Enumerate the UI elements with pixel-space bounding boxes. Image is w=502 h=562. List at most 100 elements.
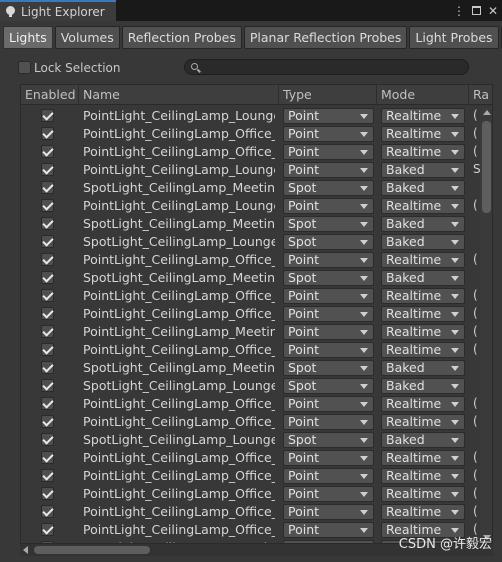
enabled-checkbox[interactable] (41, 109, 54, 122)
table-row[interactable]: SpotLight_CeilingLamp_Lounge_B Spot Baked (21, 431, 481, 449)
type-dropdown[interactable]: Point (283, 450, 374, 466)
mode-dropdown[interactable]: Baked (381, 216, 465, 232)
maximize-icon[interactable] (471, 6, 481, 15)
more-options-icon[interactable]: ⋮ (453, 4, 465, 18)
header-name[interactable]: Name (79, 85, 279, 105)
light-name[interactable]: PointLight_CeilingLamp_Office_Re (83, 450, 275, 466)
tab-planar-reflection-probes[interactable]: Planar Reflection Probes (243, 26, 408, 49)
table-row[interactable]: PointLight_CeilingLamp_Office_Re Point Rea… (21, 395, 481, 413)
light-name[interactable]: PointLight_CeilingLamp_Lounge_R (83, 108, 275, 124)
header-range[interactable]: Ra (469, 85, 492, 105)
enabled-checkbox[interactable] (41, 397, 54, 410)
mode-dropdown[interactable]: Baked (381, 270, 465, 286)
enabled-checkbox[interactable] (41, 253, 54, 266)
type-dropdown[interactable]: Spot (283, 270, 374, 286)
light-name[interactable]: PointLight_CeilingLamp_Meetingro (83, 324, 275, 340)
table-row[interactable]: PointLight_CeilingLamp_Office_Re Point Rea… (21, 125, 481, 143)
type-dropdown[interactable]: Spot (283, 216, 374, 232)
table-row[interactable]: PointLight_CeilingLamp_Office_Re Point Rea… (21, 449, 481, 467)
enabled-checkbox[interactable] (41, 379, 54, 392)
light-name[interactable]: PointLight_CeilingLamp_Office_Re (83, 522, 275, 538)
enabled-checkbox[interactable] (41, 199, 54, 212)
enabled-checkbox[interactable] (41, 541, 54, 543)
light-name[interactable]: PointLight_CeilingLamp_Office_Re (83, 414, 275, 430)
enabled-checkbox[interactable] (41, 469, 54, 482)
enabled-checkbox[interactable] (41, 343, 54, 356)
enabled-checkbox[interactable] (41, 487, 54, 500)
type-dropdown[interactable]: Point (283, 504, 374, 520)
table-row[interactable]: PointLight_CeilingLamp_Lounge_R Point Real… (21, 197, 481, 215)
table-row[interactable]: PointLight_CeilingLamp_Office_Re Point Rea… (21, 485, 481, 503)
mode-dropdown[interactable]: Realtime (381, 342, 465, 358)
light-name[interactable]: SpotLight_CeilingLamp_Meetingro (83, 216, 275, 232)
mode-dropdown[interactable]: Baked (381, 234, 465, 250)
table-row[interactable]: SpotLight_CeilingLamp_Meetingro Spot Baked (21, 215, 481, 233)
mode-dropdown[interactable]: Baked (381, 378, 465, 394)
mode-dropdown[interactable]: Baked (381, 180, 465, 196)
mode-dropdown[interactable]: Realtime (381, 126, 465, 142)
enabled-checkbox[interactable] (41, 163, 54, 176)
mode-dropdown[interactable]: Baked (381, 360, 465, 376)
mode-dropdown[interactable]: Realtime (381, 288, 465, 304)
enabled-checkbox[interactable] (41, 145, 54, 158)
table-row[interactable]: PointLight_CeilingLamp_Meetingro Point Rea… (21, 323, 481, 341)
scroll-left-icon[interactable] (23, 546, 28, 554)
mode-dropdown[interactable]: Baked (381, 162, 465, 178)
light-name[interactable]: PointLight_CeilingLamp_Office_Re (83, 468, 275, 484)
table-row[interactable]: SpotLight_CeilingLamp_Meetingro Spot Baked (21, 269, 481, 287)
type-dropdown[interactable]: Point (283, 522, 374, 538)
light-name[interactable]: SpotLight_CeilingLamp_Meetingro (83, 360, 275, 376)
light-name[interactable]: PointLight_CeilingLamp_Office_Re (83, 126, 275, 142)
table-row[interactable]: PointLight_CeilingLamp_Office_Re Point Rea… (21, 503, 481, 521)
type-dropdown[interactable]: Point (283, 108, 374, 124)
type-dropdown[interactable]: Spot (283, 234, 374, 250)
type-dropdown[interactable]: Spot (283, 180, 374, 196)
tab-light-probes[interactable]: Light Probes (409, 26, 499, 49)
light-name[interactable]: PointLight_CeilingLamp_Office_Re (83, 288, 275, 304)
mode-dropdown[interactable]: Realtime (381, 144, 465, 160)
enabled-checkbox[interactable] (41, 433, 54, 446)
type-dropdown[interactable]: Point (283, 252, 374, 268)
table-row[interactable]: SpotLight_CeilingLamp_Meetingro Spot Baked (21, 359, 481, 377)
mode-dropdown[interactable]: Realtime (381, 324, 465, 340)
table-row[interactable]: PointLight_CeilingLamp_Office_Re Point Rea… (21, 305, 481, 323)
type-dropdown[interactable]: Point (283, 342, 374, 358)
mode-dropdown[interactable]: Realtime (381, 468, 465, 484)
light-name[interactable]: SpotLight_CeilingLamp_Meetingro (83, 540, 275, 543)
enabled-checkbox[interactable] (41, 217, 54, 230)
table-row[interactable]: PointLight_CeilingLamp_Office_Re Point Rea… (21, 467, 481, 485)
lock-selection-checkbox[interactable] (18, 61, 31, 74)
table-row[interactable]: PointLight_CeilingLamp_Office_Re Point Rea… (21, 341, 481, 359)
light-name[interactable]: PointLight_CeilingLamp_Office_Re (83, 306, 275, 322)
tab-reflection-probes[interactable]: Reflection Probes (121, 26, 242, 49)
light-name[interactable]: PointLight_CeilingLamp_Office_Re (83, 342, 275, 358)
table-row[interactable]: SpotLight_CeilingLamp_Lounge_B Spot Baked (21, 233, 481, 251)
light-name[interactable]: SpotLight_CeilingLamp_Lounge_B (83, 432, 275, 448)
enabled-checkbox[interactable] (41, 451, 54, 464)
type-dropdown[interactable]: Spot (283, 432, 374, 448)
mode-dropdown[interactable]: Realtime (381, 108, 465, 124)
light-name[interactable]: PointLight_CeilingLamp_Office_Re (83, 144, 275, 160)
tab-volumes[interactable]: Volumes (54, 26, 120, 49)
enabled-checkbox[interactable] (41, 181, 54, 194)
enabled-checkbox[interactable] (41, 271, 54, 284)
mode-dropdown[interactable]: Realtime (381, 198, 465, 214)
mode-dropdown[interactable]: Realtime (381, 450, 465, 466)
tab-lights[interactable]: Lights (3, 26, 53, 49)
enabled-checkbox[interactable] (41, 505, 54, 518)
table-row[interactable]: SpotLight_CeilingLamp_Lounge_B Spot Baked (21, 377, 481, 395)
light-name[interactable]: PointLight_CeilingLamp_Lounge_R (83, 198, 275, 214)
type-dropdown[interactable]: Point (283, 288, 374, 304)
type-dropdown[interactable]: Point (283, 198, 374, 214)
light-name[interactable]: SpotLight_CeilingLamp_Lounge_B (83, 378, 275, 394)
enabled-checkbox[interactable] (41, 415, 54, 428)
type-dropdown[interactable]: Point (283, 468, 374, 484)
enabled-checkbox[interactable] (41, 361, 54, 374)
table-row[interactable]: SpotLight_CeilingLamp_Meetingro Spot Baked (21, 179, 481, 197)
enabled-checkbox[interactable] (41, 235, 54, 248)
light-name[interactable]: PointLight_CeilingLamp_Lounge_B (83, 162, 275, 178)
light-name[interactable]: SpotLight_CeilingLamp_Meetingro (83, 270, 275, 286)
light-name[interactable]: PointLight_CeilingLamp_Office_Re (83, 396, 275, 412)
enabled-checkbox[interactable] (41, 289, 54, 302)
type-dropdown[interactable]: Spot (283, 378, 374, 394)
